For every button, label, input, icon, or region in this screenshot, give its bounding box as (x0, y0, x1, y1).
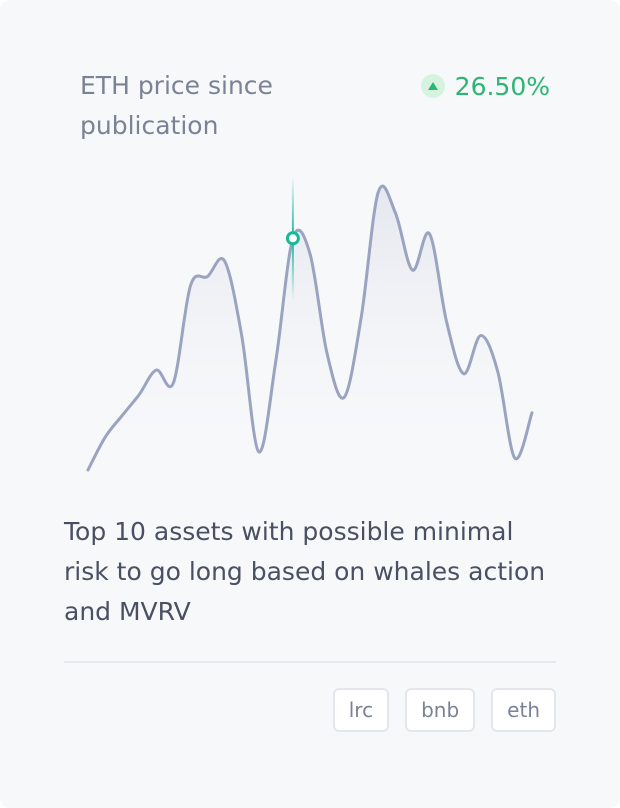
highlight-point (285, 231, 300, 246)
price-area (88, 186, 532, 480)
arrow-up-icon (420, 74, 445, 98)
tag-lrc[interactable]: lrc (332, 688, 390, 732)
divider (64, 661, 556, 663)
tag-bnb[interactable]: bnb (405, 688, 476, 732)
tag-eth[interactable]: eth (491, 688, 556, 732)
price-sparkline (86, 180, 534, 480)
tag-list: lrc bnb eth (332, 688, 556, 732)
article-description: Top 10 assets with possible minimal risk… (64, 517, 546, 626)
chart-title: ETH price since publication (80, 71, 273, 140)
price-change-value: 26.50% (454, 71, 550, 101)
article-card[interactable]: ETH price since publication 26.50% Top 1… (0, 0, 620, 808)
price-change: 26.50% (420, 66, 550, 106)
